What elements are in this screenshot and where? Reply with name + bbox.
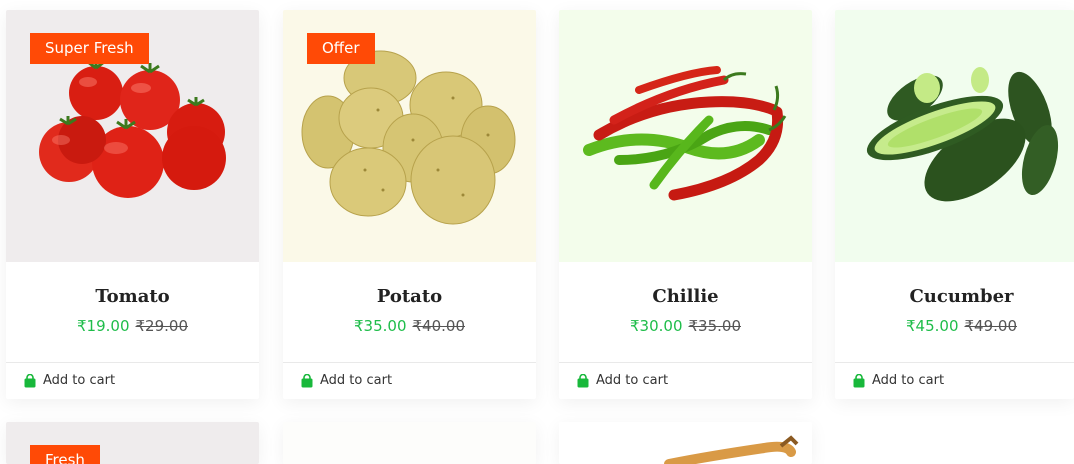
add-to-cart-button[interactable]: Add to cart <box>577 373 668 388</box>
product-name[interactable]: Potato <box>283 286 536 307</box>
product-prices: ₹45.00 ₹49.00 <box>835 317 1074 335</box>
shopping-bag-icon <box>853 373 865 387</box>
product-name[interactable]: Chillie <box>559 286 812 307</box>
product-badge: Offer <box>307 33 375 64</box>
product-name[interactable]: Tomato <box>6 286 259 307</box>
product-image-chillie[interactable] <box>559 10 812 262</box>
add-to-cart-label: Add to cart <box>43 373 116 388</box>
add-to-cart-label: Add to cart <box>320 373 393 388</box>
product-image[interactable] <box>283 422 536 464</box>
shopping-bag-icon <box>24 373 36 387</box>
add-to-cart-button[interactable]: Add to cart <box>24 373 115 388</box>
product-card-row2-2[interactable] <box>283 422 536 464</box>
shopping-bag-icon <box>577 373 589 387</box>
product-image-cucumber[interactable] <box>835 10 1074 262</box>
add-to-cart-button[interactable]: Add to cart <box>853 373 944 388</box>
card-divider <box>835 362 1074 363</box>
product-price: ₹35.00 <box>354 317 407 335</box>
card-divider <box>6 362 259 363</box>
product-old-price: ₹40.00 <box>412 317 466 335</box>
cucumber-image <box>866 67 1059 202</box>
product-image[interactable] <box>559 422 812 464</box>
product-card-row2-3[interactable] <box>559 422 812 464</box>
product-grid: Super Fresh Tomato ₹19.00 ₹29.00 Add to c… <box>0 0 1074 464</box>
product-image-potato[interactable]: Offer <box>283 10 536 262</box>
add-to-cart-label: Add to cart <box>872 373 945 388</box>
product-prices: ₹35.00 ₹40.00 <box>283 317 536 335</box>
vegetable-image <box>664 435 799 464</box>
product-card-chillie[interactable]: Chillie ₹30.00 ₹35.00 Add to cart <box>559 10 812 399</box>
product-prices: ₹30.00 ₹35.00 <box>559 317 812 335</box>
product-price: ₹30.00 <box>630 317 683 335</box>
product-price: ₹19.00 <box>77 317 130 335</box>
add-to-cart-label: Add to cart <box>596 373 669 388</box>
product-old-price: ₹29.00 <box>135 317 189 335</box>
product-prices: ₹19.00 ₹29.00 <box>6 317 259 335</box>
add-to-cart-button[interactable]: Add to cart <box>301 373 392 388</box>
product-image-tomato[interactable]: Super Fresh <box>6 10 259 262</box>
product-badge: Super Fresh <box>30 33 149 64</box>
card-divider <box>283 362 536 363</box>
product-price: ₹45.00 <box>906 317 959 335</box>
shopping-bag-icon <box>301 373 313 387</box>
product-badge: Fresh <box>30 445 100 464</box>
product-card-row2-1[interactable]: Fresh <box>6 422 259 464</box>
product-card-tomato[interactable]: Super Fresh Tomato ₹19.00 ₹29.00 Add to c… <box>6 10 259 399</box>
product-card-cucumber[interactable]: Cucumber ₹45.00 ₹49.00 Add to cart <box>835 10 1074 399</box>
product-old-price: ₹35.00 <box>688 317 742 335</box>
product-card-potato[interactable]: Offer Potato ₹35.00 ₹40.00 Add to cart <box>283 10 536 399</box>
product-image[interactable]: Fresh <box>6 422 259 464</box>
chillie-image <box>583 66 787 201</box>
card-divider <box>559 362 812 363</box>
product-name[interactable]: Cucumber <box>835 286 1074 307</box>
product-old-price: ₹49.00 <box>964 317 1018 335</box>
